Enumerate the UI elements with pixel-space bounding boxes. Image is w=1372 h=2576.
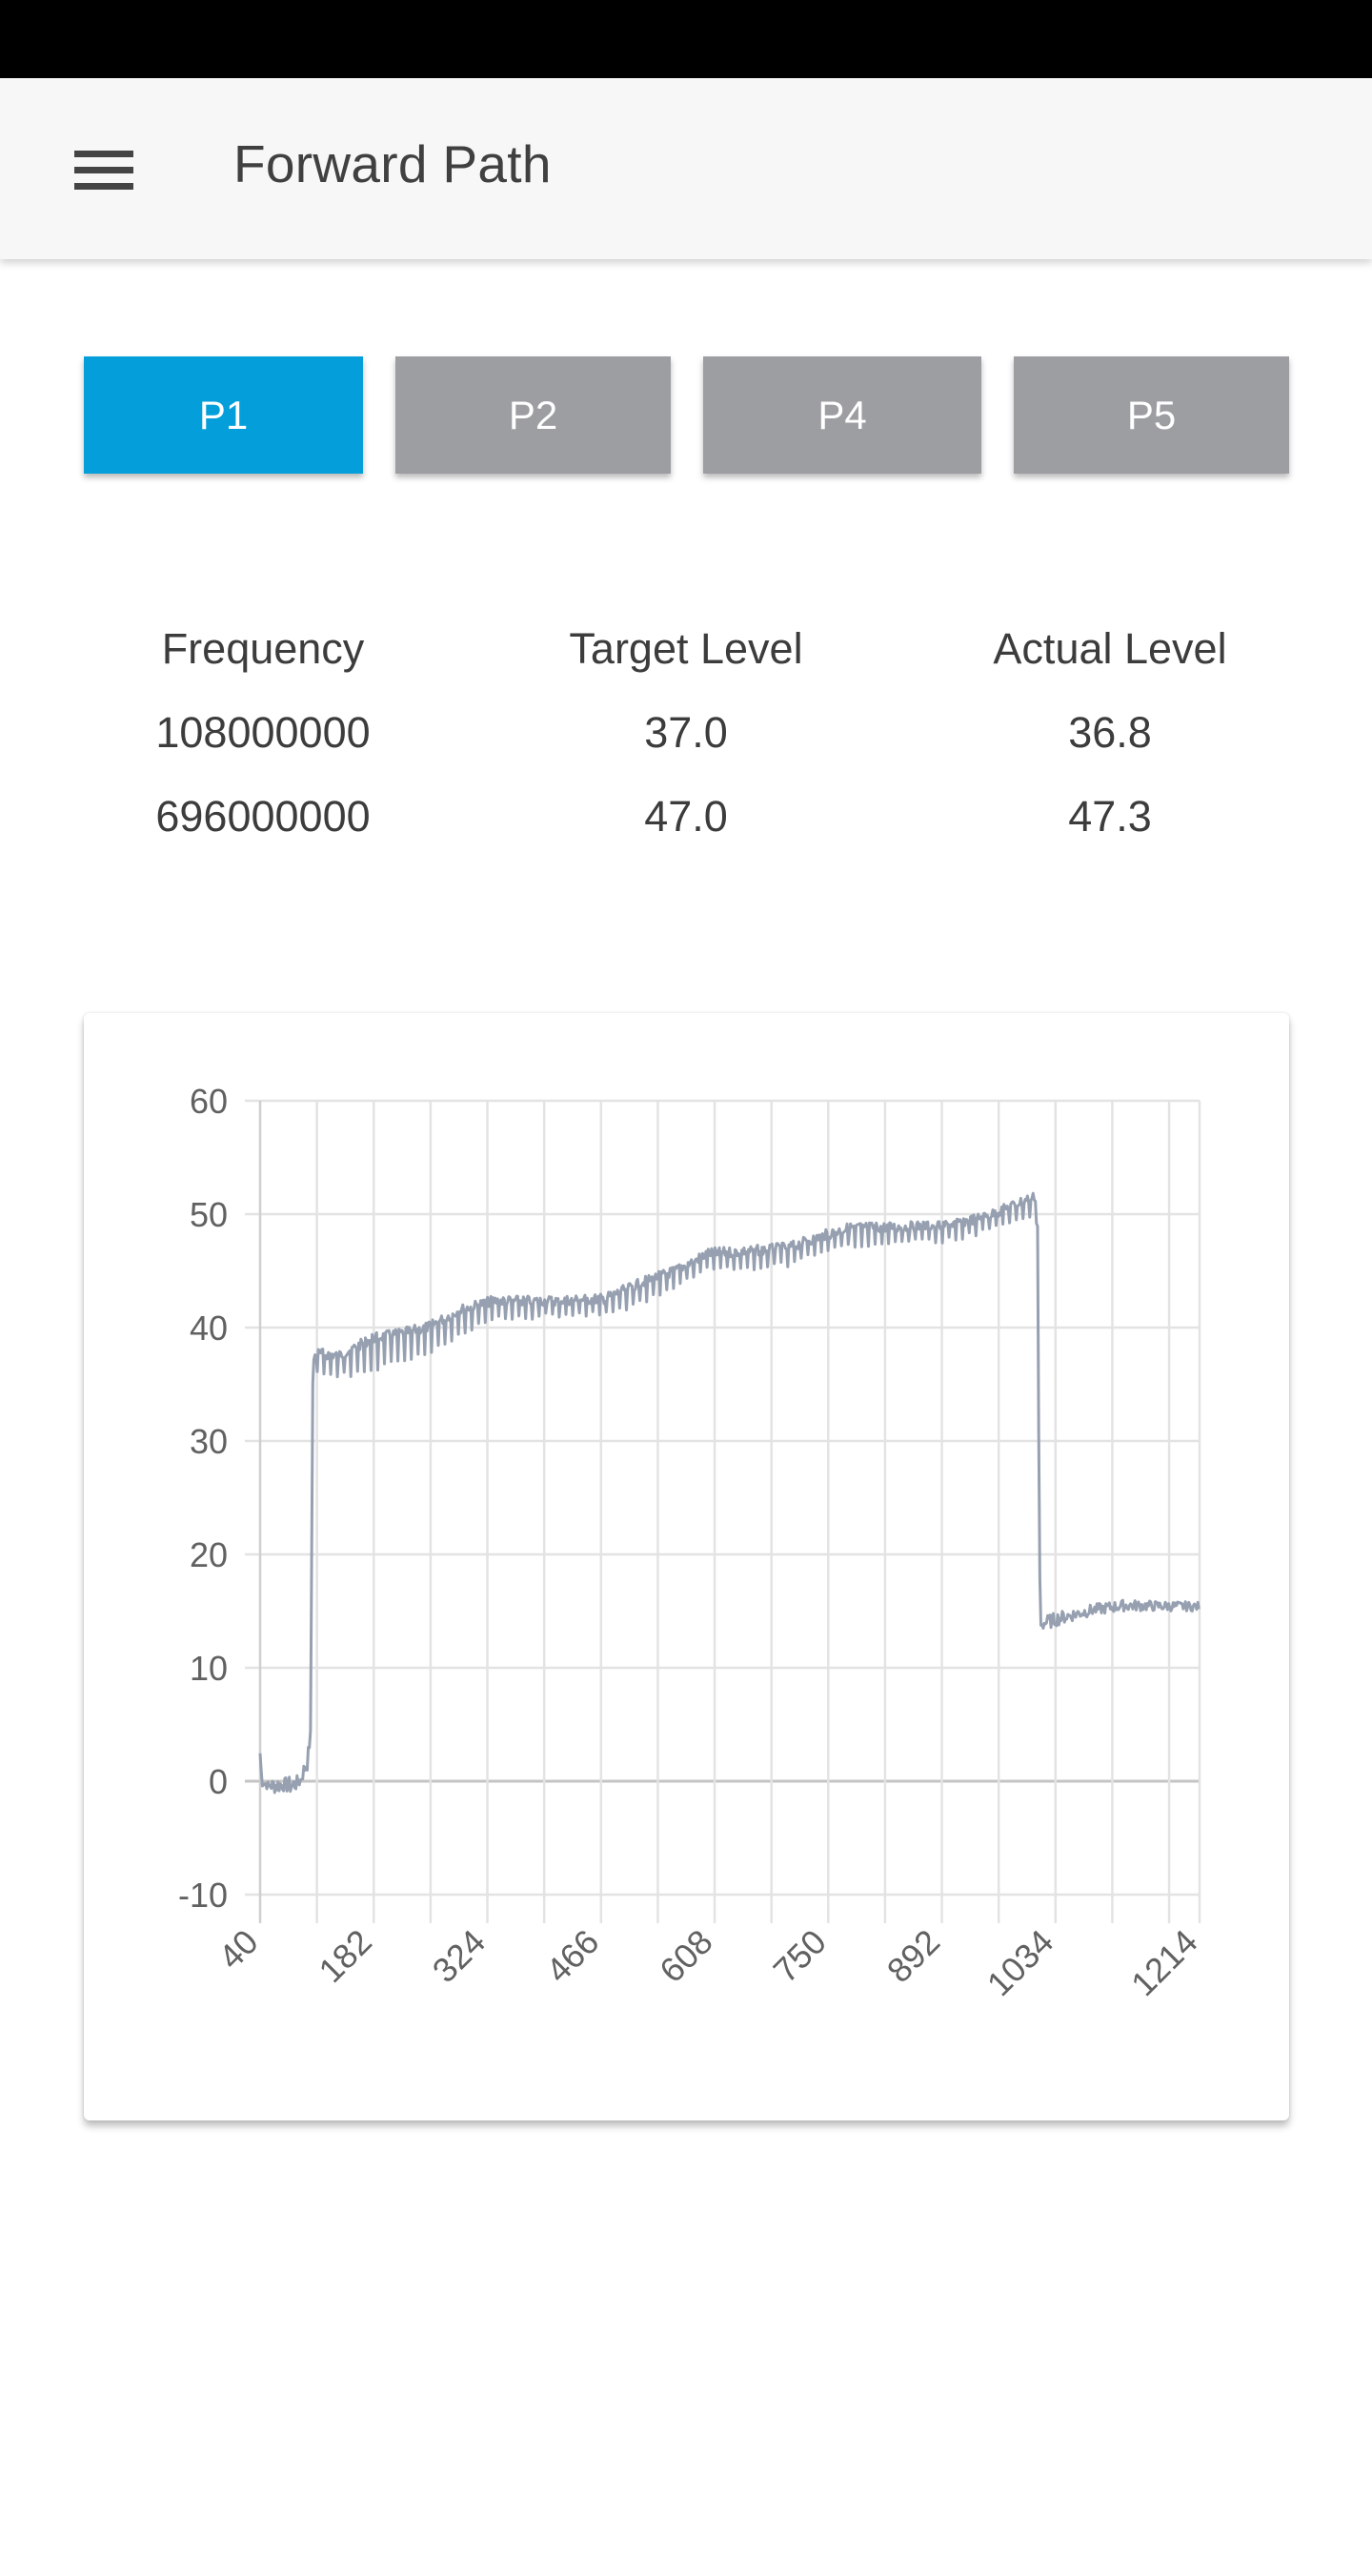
- hamburger-menu-icon[interactable]: [61, 135, 147, 202]
- header-frequency: Frequency: [161, 624, 365, 673]
- x-tick-label: 182: [311, 1922, 378, 1990]
- path-button-p4[interactable]: P4: [703, 356, 981, 474]
- grid: [245, 1099, 1201, 1923]
- levels-table: Frequency Target Level Actual Level 1080…: [0, 624, 1372, 876]
- x-tick-label: 40: [211, 1922, 265, 1977]
- frequency-value: 696000000: [155, 792, 371, 841]
- x-tick-label: 892: [879, 1922, 947, 1990]
- status-bar: [0, 0, 1372, 78]
- levels-header-row: Frequency Target Level Actual Level: [0, 624, 1372, 708]
- y-tick-label: 0: [209, 1762, 228, 1801]
- chart-card: 60 50 40 30 20 10 0 -10 40 182 324 466 608 750 892 103…: [84, 1013, 1289, 2120]
- y-tick-label: 10: [190, 1649, 228, 1688]
- x-tick-label: 324: [425, 1922, 493, 1990]
- actual-level-value: 47.3: [1068, 792, 1152, 841]
- path-button-p2[interactable]: P2: [395, 356, 671, 474]
- level-chart: 60 50 40 30 20 10 0 -10 40 182 324 466 608 750 892 103…: [178, 1082, 1205, 2004]
- y-axis-ticks: 60 50 40 30 20 10 0 -10: [178, 1082, 228, 1915]
- y-tick-label: -10: [178, 1876, 228, 1915]
- y-tick-label: 60: [190, 1082, 228, 1121]
- y-tick-label: 20: [190, 1535, 228, 1574]
- page-title: Forward Path: [233, 134, 552, 193]
- menu-line: [74, 151, 133, 157]
- path-button-p5[interactable]: P5: [1014, 356, 1289, 474]
- x-tick-label: 1214: [1123, 1922, 1205, 2004]
- series-line-level: [258, 1191, 1200, 1795]
- frequency-value: 108000000: [155, 708, 371, 757]
- table-row: 108000000 37.0 36.8: [0, 708, 1372, 792]
- menu-line: [74, 167, 133, 173]
- actual-level-value: 36.8: [1068, 708, 1152, 757]
- y-tick-label: 40: [190, 1308, 228, 1348]
- y-tick-label: 50: [190, 1195, 228, 1234]
- series: [258, 1191, 1200, 1795]
- target-level-value: 47.0: [644, 792, 728, 841]
- x-tick-label: 1034: [979, 1922, 1061, 2004]
- target-level-value: 37.0: [644, 708, 728, 757]
- menu-line: [74, 183, 133, 190]
- x-tick-label: 608: [652, 1922, 719, 1990]
- x-tick-label: 750: [765, 1922, 833, 1990]
- app-bar: Forward Path: [0, 78, 1372, 259]
- x-tick-label: 466: [538, 1922, 606, 1990]
- x-axis-ticks: 40 182 324 466 608 750 892 1034 1214: [211, 1922, 1204, 2004]
- path-button-p1[interactable]: P1: [84, 356, 363, 474]
- table-row: 696000000 47.0 47.3: [0, 792, 1372, 876]
- y-tick-label: 30: [190, 1422, 228, 1461]
- path-selector: P1 P2 P4 P5: [84, 356, 1289, 474]
- header-target-level: Target Level: [569, 624, 803, 673]
- header-actual-level: Actual Level: [993, 624, 1227, 673]
